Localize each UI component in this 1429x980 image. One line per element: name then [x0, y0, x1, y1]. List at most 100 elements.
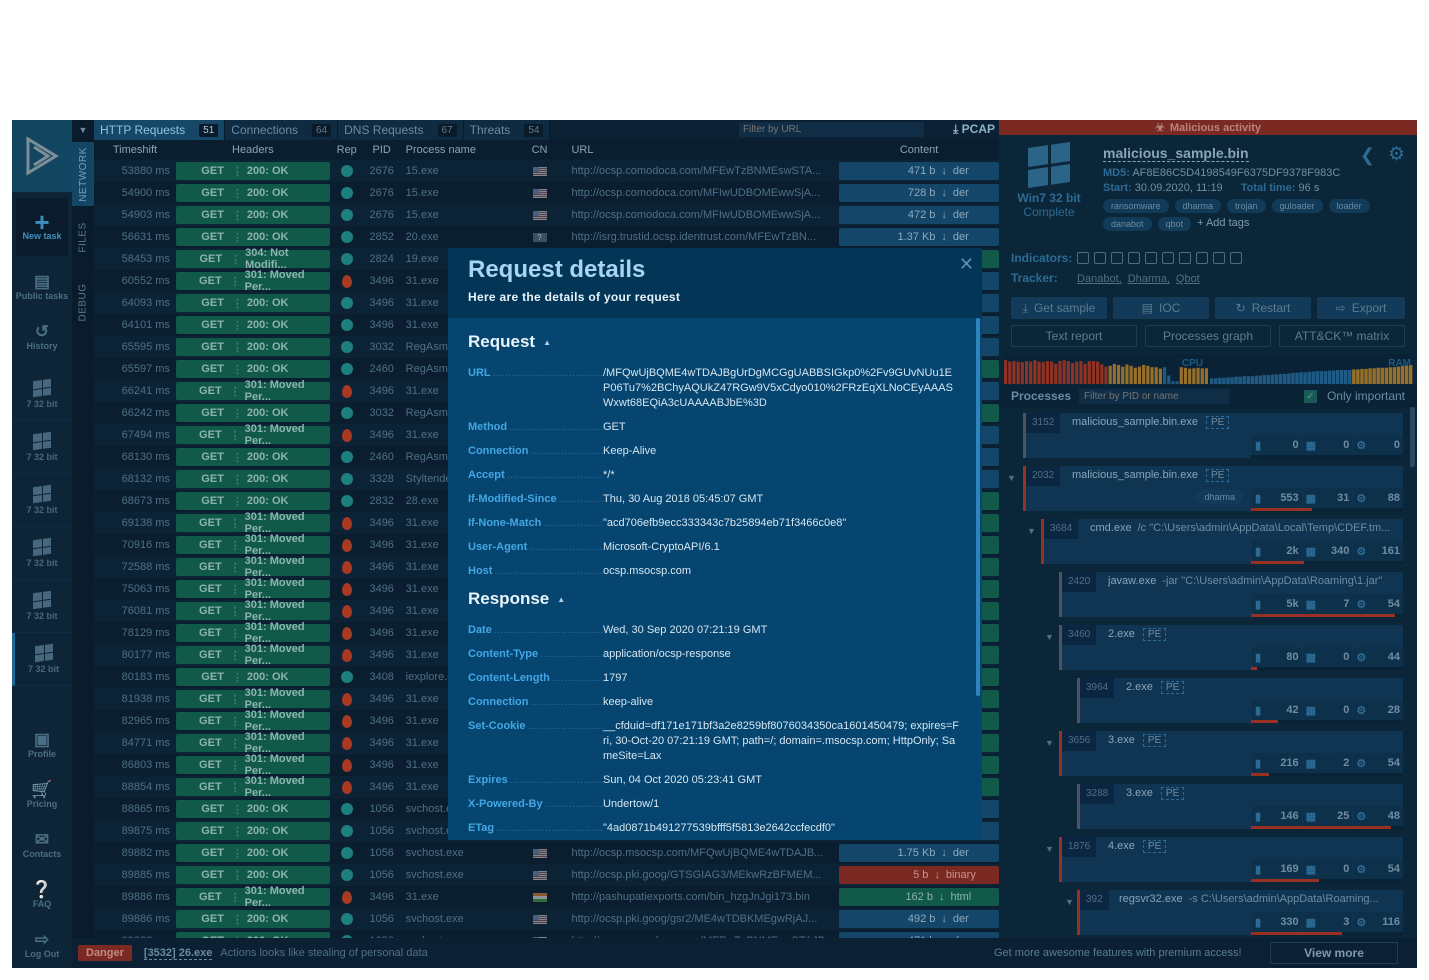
headers-badge[interactable]: GET ⋮ 301: Moved Per... [175, 753, 330, 777]
headers-badge[interactable]: GET ⋮ 301: Moved Per... [175, 643, 330, 667]
process-tree-scrollbar[interactable] [1410, 407, 1415, 467]
url[interactable]: http://ocsp.comodoca.com/MFEwTzBNMEswSTA… [570, 165, 840, 177]
headers-badge[interactable]: GET ⋮200: OK [175, 316, 330, 334]
headers-badge[interactable]: GET ⋮200: OK [175, 866, 330, 884]
headers-badge[interactable]: GET ⋮ 301: Moved Per... [175, 577, 330, 601]
export-button[interactable]: ⇨ Export [1317, 297, 1405, 319]
exe-indicator-icon[interactable] [1196, 252, 1209, 264]
os-task-item[interactable]: 7 32 bit [12, 368, 72, 421]
headers-badge[interactable]: GET ⋮200: OK [175, 228, 330, 246]
headers-badge[interactable]: GET ⋮ 301: Moved Per... [175, 555, 330, 579]
sample-filename[interactable]: malicious_sample.bin [1103, 145, 1249, 162]
table-row[interactable]: 89886 ms GET ⋮ 200: OK 1056 svchost.exe http:/… [94, 908, 1000, 930]
tag[interactable]: guloader [1271, 199, 1323, 213]
headers-badge[interactable]: GET ⋮200: OK [175, 294, 330, 312]
process-tag[interactable]: dharma [1196, 490, 1243, 504]
content-badge[interactable]: 471 b ↓ der [839, 162, 1000, 180]
tab-files[interactable]: FILES [72, 210, 94, 264]
url[interactable]: http://ocsp.comodoca.com/MFIwUDBOMEwwSjA… [570, 187, 840, 199]
tracker-link[interactable]: Dharma, [1128, 273, 1170, 285]
process-node[interactable]: 3460 2.exe PE ▮ 80 ▦ 0 ⚙ 44 [1059, 625, 1404, 670]
headers-badge[interactable]: GET ⋮200: OK [175, 184, 330, 202]
headers-badge[interactable]: GET ⋮ 301: Moved Per... [175, 269, 330, 293]
expand-caret-icon[interactable]: ▼ [1045, 632, 1054, 642]
url[interactable]: http://isrg.trustid.ocsp.identrust.com/M… [570, 231, 840, 243]
flag-indicator-icon[interactable] [1094, 252, 1107, 264]
spy-indicator-icon[interactable] [1145, 252, 1158, 264]
os-task-item[interactable]: 7 32 bit [12, 527, 72, 580]
expand-caret-icon[interactable]: ▼ [1027, 526, 1036, 536]
logo[interactable] [12, 120, 72, 192]
headers-badge[interactable]: GET ⋮ 301: Moved Per... [175, 731, 330, 755]
table-row[interactable]: 89885 ms GET ⋮ 200: OK 1056 svchost.exe http:/… [94, 864, 1000, 886]
headers-badge[interactable]: GET ⋮ 301: Moved Per... [175, 599, 330, 623]
process-node[interactable]: 3684 cmd.exe/c "C:\Users\admin\AppData\Lo… [1041, 519, 1404, 564]
url[interactable]: http://ocsp.pki.goog/gsr2/ME4wTDBKMEgwRj… [570, 913, 840, 925]
os-task-item[interactable]: 7 32 bit [12, 421, 72, 474]
headers-badge[interactable]: GET ⋮200: OK [175, 822, 330, 840]
process-node[interactable]: 3656 3.exe PE ▮ 216 ▦ 2 ⚙ 54 [1059, 731, 1404, 776]
headers-badge[interactable]: GET ⋮ 301: Moved Per... [175, 533, 330, 557]
headers-badge[interactable]: GET ⋮ 304: Not Modifi... [175, 247, 330, 271]
tab-connections[interactable]: Connections 64 [225, 120, 339, 140]
process-node[interactable]: 1876 4.exe PE ▮ 169 ▦ 0 ⚙ 54 [1059, 837, 1404, 882]
collapse-caret-icon[interactable]: ▼ [72, 120, 94, 140]
nav-history[interactable]: ↺ History [12, 312, 72, 362]
url[interactable]: http://ocsp.pki.goog/GTSGIAG3/MEkwRzBFME… [570, 869, 840, 881]
table-row[interactable]: 54900 ms GET ⋮ 200: OK 2676 15.exe http://ocsp… [94, 182, 1000, 204]
windows-indicator-icon[interactable] [1213, 252, 1226, 264]
request-section-toggle[interactable]: Request ▲ [468, 332, 962, 352]
process-node[interactable]: 3152 malicious_sample.bin.exe PE ▮ 0 ▦ 0 ⚙ 0 [1023, 413, 1404, 458]
fire-indicator-icon[interactable] [1179, 252, 1192, 264]
nav-faq[interactable]: ❔ FAQ [12, 870, 72, 920]
os-task-item[interactable]: 7 32 bit [12, 474, 72, 527]
headers-badge[interactable]: GET ⋮200: OK [175, 360, 330, 378]
headers-badge[interactable]: GET ⋮ 301: Moved Per... [175, 709, 330, 733]
headers-badge[interactable]: GET ⋮ 301: Moved Per... [175, 775, 330, 799]
url[interactable]: http://pashupatiexports.com/bin_hzgJnJgi… [570, 891, 840, 903]
network-indicator-icon[interactable] [1128, 252, 1141, 264]
checkbox-checked-icon[interactable]: ✓ [1303, 389, 1317, 403]
headers-badge[interactable]: GET ⋮ 301: Moved Per... [175, 621, 330, 645]
col-process-name[interactable]: Process name [400, 144, 510, 156]
restart-button[interactable]: ↻ Restart [1215, 297, 1311, 319]
process-node[interactable]: 2420 javaw.exe -jar "C:\Users\admin\AppDat… [1059, 572, 1404, 617]
process-node[interactable]: 392 regsvr32.exe -s C:\Users\admin\AppData… [1077, 890, 1404, 935]
tag[interactable]: ransomware [1103, 199, 1169, 213]
tab-threats[interactable]: Threats 54 [463, 120, 551, 140]
view-more-button[interactable]: View more [1270, 942, 1398, 964]
get-sample-button[interactable]: ⤓ Get sample [1011, 297, 1107, 319]
content-badge[interactable]: 728 b ↓ der [839, 184, 1000, 202]
headers-badge[interactable]: GET ⋮ 301: Moved Per... [175, 885, 330, 909]
headers-badge[interactable]: GET ⋮200: OK [175, 668, 330, 686]
attck-matrix-button[interactable]: ATT&CK™ matrix [1279, 325, 1405, 347]
col-url[interactable]: URL [569, 144, 839, 156]
nav-contacts[interactable]: ✉ Contacts [12, 820, 72, 870]
url[interactable]: http://ocsp.msocsp.com/MFQwUjBQME4wTDAJB… [570, 847, 840, 859]
os-task-item-active[interactable]: 7 32 bit [12, 633, 72, 686]
headers-badge[interactable]: GET ⋮ 301: Moved Per... [175, 379, 330, 403]
tag[interactable]: danabot [1103, 217, 1152, 231]
tag[interactable]: dharma [1174, 199, 1222, 213]
share-icon[interactable]: ❮ [1360, 145, 1375, 166]
headers-badge[interactable]: GET ⋮ 301: Moved Per... [175, 423, 330, 447]
process-node[interactable]: 2032 malicious_sample.bin.exe PE dharma ▮ 553… [1023, 466, 1404, 511]
rocket-indicator-icon[interactable] [1162, 252, 1175, 264]
tracker-link[interactable]: Qbot [1176, 273, 1200, 285]
close-icon[interactable]: ✕ [959, 254, 974, 275]
tag[interactable]: qbot [1157, 217, 1192, 231]
headers-badge[interactable]: GET ⋮200: OK [175, 470, 330, 488]
col-cn[interactable]: CN [510, 144, 570, 156]
table-row[interactable]: 89886 ms GET ⋮ 301: Moved Per... 3496 31.exe h… [94, 885, 1000, 909]
headers-badge[interactable]: GET ⋮200: OK [175, 844, 330, 862]
modal-scrollbar[interactable] [976, 318, 980, 696]
content-badge[interactable]: 162 b ↓ html [839, 888, 1000, 906]
processes-graph-button[interactable]: Processes graph [1145, 325, 1271, 347]
url[interactable]: http://ocsp.comodoca.com/MFIwUDBOMEwwSjA… [570, 209, 840, 221]
tab-http-requests[interactable]: HTTP Requests 51 [94, 120, 226, 140]
expand-caret-icon[interactable]: ▼ [1045, 738, 1054, 748]
mail-indicator-icon[interactable] [1077, 252, 1090, 264]
nav-pricing[interactable]: 🛒 Pricing [12, 770, 72, 820]
ioc-button[interactable]: ▤ IOC [1113, 297, 1209, 319]
tag[interactable]: loader [1328, 199, 1370, 213]
